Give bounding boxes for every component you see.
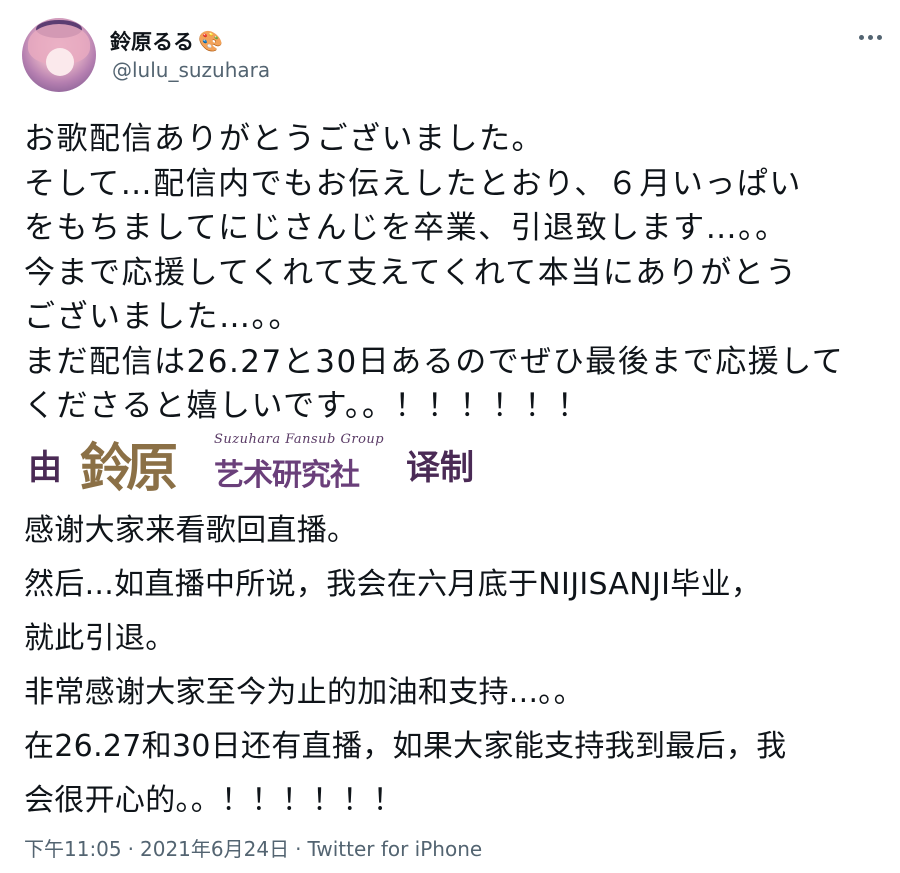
fansub-banner: 由 鈴原 Suzuhara Fansub Group 艺术研究社 译制 (28, 426, 498, 499)
tweet-source-link[interactable]: Twitter for iPhone (307, 837, 482, 861)
tweet-line: お歌配信ありがとうございました。 (24, 121, 544, 157)
translation-line: 就此引退。 (24, 621, 176, 656)
author-display-name[interactable]: 鈴原るる 🎨 (110, 26, 223, 56)
banner-club: 艺术研究社 (214, 458, 360, 493)
translation-line: 然后...如直播中所说，我会在六月底于NIJISANJI毕业， (24, 567, 762, 602)
tweet-line: そして…配信内でもお伝えしたとおり、６月いっぱい (24, 165, 802, 202)
more-dot-icon (876, 34, 882, 40)
tweet-meta: 下午11:05 · 2021年6月24日 · Twitter for iPhone (24, 833, 482, 862)
user-avatar[interactable] (22, 18, 96, 92)
more-dot-icon (858, 34, 864, 40)
translation-line: 会很开心的。。！！！！！！ (24, 783, 403, 818)
banner-name: 鈴原 (80, 438, 178, 499)
avatar-face (46, 48, 74, 76)
meta-separator: · (127, 837, 134, 861)
palette-icon: 🎨 (198, 29, 223, 53)
tweet-line: ございました…。。 (24, 299, 301, 335)
translation-line: 在26.27和30日还有直播，如果大家能支持我到最后，我 (24, 729, 787, 764)
translation-line: 感谢大家来看歌回直播。 (24, 513, 358, 548)
more-dot-icon (867, 34, 873, 40)
author-name-text: 鈴原るる (110, 30, 194, 54)
tweet-text: お歌配信ありがとうございました。 そして…配信内でもお伝えしたとおり、６月いっぱ… (24, 117, 886, 429)
tweet-time[interactable]: 下午11:05 (24, 837, 122, 861)
more-options-button[interactable] (852, 22, 888, 52)
translation-text: 感谢大家来看歌回直播。 然后...如直播中所说，我会在六月底于NIJISANJI… (24, 504, 886, 828)
meta-separator: · (295, 837, 302, 861)
tweet-line: くださると嬉しいです。。！！！！！！ (24, 388, 590, 424)
author-handle[interactable]: @lulu_suzuhara (112, 58, 270, 82)
banner-left-char: 由 (28, 448, 62, 488)
tweet-line: をもちましてにじさんじを卒業、引退致します…。。 (24, 210, 788, 246)
tweet-line: 今まで応援してくれて支えてくれて本当にありがとう (24, 254, 798, 291)
tweet-line: まだ配信は26.27と30日あるのでぜひ最後まで応援して (24, 343, 845, 380)
translation-line: 非常感谢大家至今为止的加油和支持...。。 (24, 675, 584, 710)
banner-right-text: 译制 (406, 448, 474, 488)
tweet-date[interactable]: 2021年6月24日 (140, 837, 289, 861)
banner-subtitle: Suzuhara Fansub Group (214, 432, 385, 447)
